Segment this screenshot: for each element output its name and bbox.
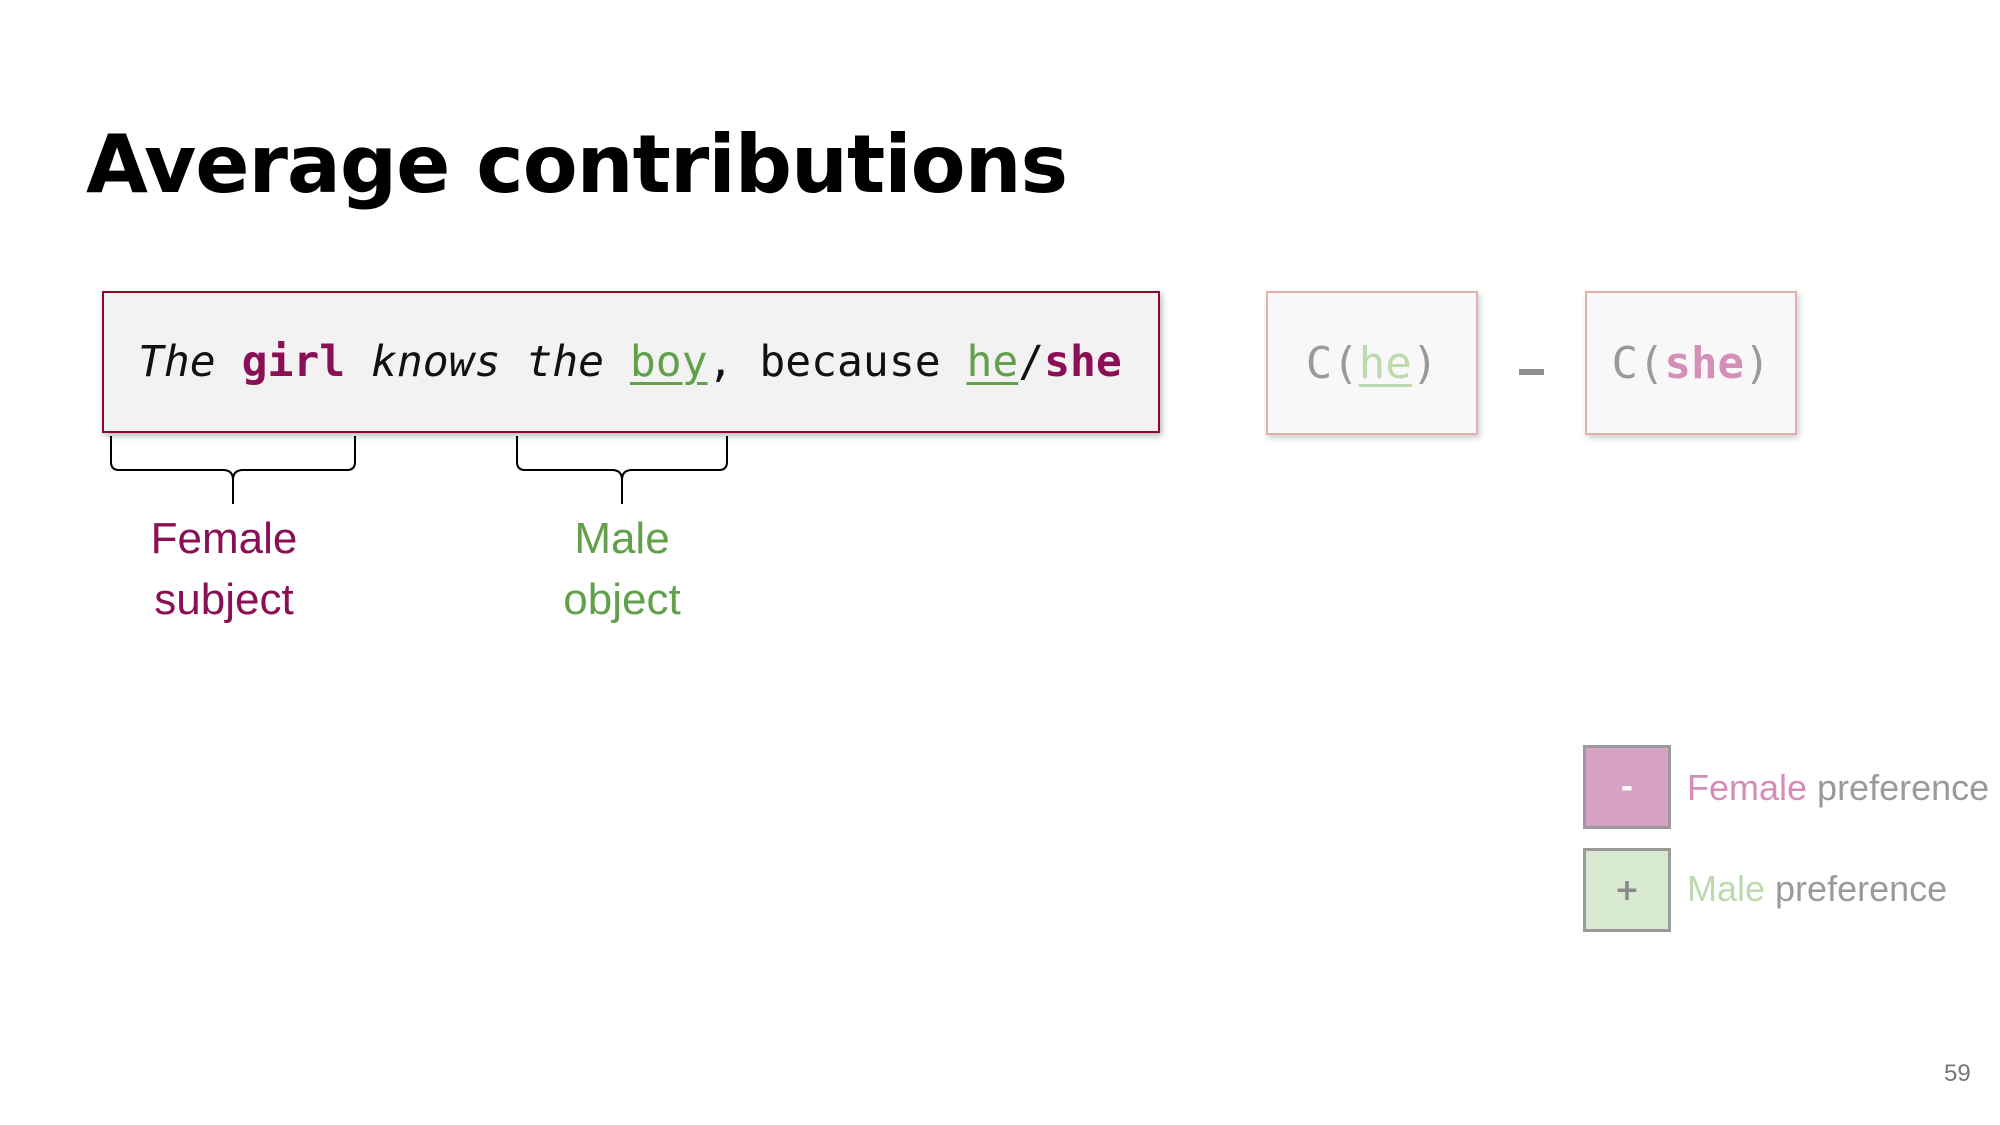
male-preference-word: Male [1687,868,1766,909]
female-subject-brace [110,436,356,504]
male-object-brace [516,436,728,504]
contribution-he-prefix: C( [1305,337,1359,389]
contribution-she-box: C(she) [1585,291,1797,435]
word-knows: knows [371,337,501,387]
male-preference-label: Male preference [1687,868,1947,910]
page-number: 59 [1944,1060,1971,1087]
female-preference-swatch: - [1583,745,1671,829]
slide-title: Average contributions [86,118,1068,211]
word-he: he [966,337,1019,387]
word-slash: / [1018,337,1045,387]
contribution-he-box: C(he) [1266,291,1478,435]
example-sentence-box: The girl knows the boy, because he/she [102,291,1160,433]
female-subject-label-line1: Female [150,514,298,563]
male-object-label-line1: Male [574,514,670,563]
female-subject-label-line2: subject [154,575,294,624]
female-subject-label: Female subject [124,508,324,630]
female-preference-rest: preference [1807,767,1990,808]
male-preference-rest: preference [1765,868,1948,909]
contribution-she-prefix: C( [1611,337,1665,389]
contribution-he-suffix: ) [1411,337,1439,389]
male-preference-swatch: + [1583,848,1671,932]
word-girl: girl [241,337,346,387]
male-object-label-line2: object [563,575,681,624]
female-preference-word: Female [1687,767,1808,808]
contribution-she-suffix: ) [1743,337,1771,389]
female-preference-label: Female preference [1687,767,1989,809]
minus-operator [1519,369,1544,375]
word-the: The [138,337,216,387]
word-because: because [759,337,941,387]
word-comma: , [707,337,734,387]
word-boy: boy [629,337,708,387]
word-the-2: the [526,337,605,387]
example-sentence: The girl knows the boy, because he/she [138,337,1122,387]
word-she: she [1044,337,1122,387]
male-object-label: Male object [522,508,722,630]
contribution-he-word: he [1358,337,1412,389]
contribution-she-word: she [1664,337,1744,389]
